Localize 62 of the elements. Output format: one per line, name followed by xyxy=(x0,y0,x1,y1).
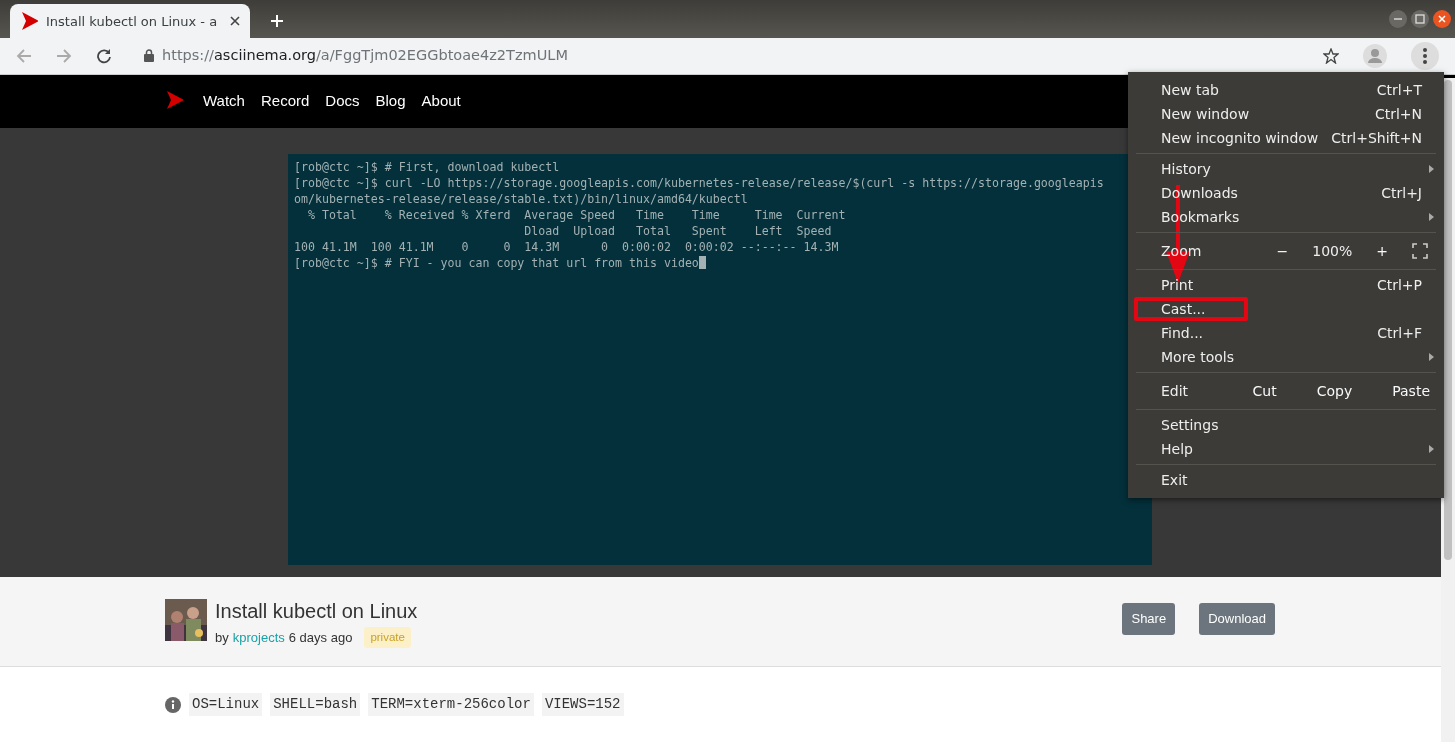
menu-button[interactable] xyxy=(1411,41,1439,70)
action-button[interactable]: Download xyxy=(1199,603,1275,635)
recording-title: Install kubectl on Linux xyxy=(215,599,419,624)
terminal-line: Dload Upload Total Spent Left Speed xyxy=(523,223,833,240)
bookmark-icon xyxy=(1323,47,1339,64)
nav-link[interactable]: About xyxy=(421,90,461,113)
zoom-out-button[interactable]: − xyxy=(1276,242,1289,260)
terminal-line: [rob@ctc ~]$ curl -LO https://storage.googleapis.com/kubernetes-release/release/$(curl -s https://storage.googleapis xyxy=(294,175,1105,192)
menu-item[interactable]: New window Ctrl+N xyxy=(1128,102,1444,126)
terminal-line: 100 41.1M 100 41.1M 0 0 14.3M 0 0:00:02 0:00:02 --:--:-- 14.3M xyxy=(294,239,840,256)
close-icon[interactable] xyxy=(1433,10,1451,29)
close-icon[interactable] xyxy=(230,16,240,27)
person-icon xyxy=(1363,43,1387,68)
menu-label: Edit xyxy=(1161,381,1190,401)
profile-button[interactable] xyxy=(1363,43,1387,68)
terminal-player[interactable] xyxy=(288,154,1152,566)
maximize-icon[interactable] xyxy=(1411,10,1429,29)
lock-icon xyxy=(144,49,154,63)
menu-item[interactable]: Exit xyxy=(1128,468,1444,492)
edit-action-button[interactable]: Cut xyxy=(1252,382,1277,400)
edit-action-button[interactable]: Copy xyxy=(1316,382,1353,400)
menu-item[interactable]: Cast... xyxy=(1134,297,1248,321)
nav-link[interactable]: Docs xyxy=(325,90,360,113)
timestamp: 6 days ago xyxy=(288,628,353,647)
cursor xyxy=(698,256,706,270)
fullscreen-icon[interactable] xyxy=(1412,243,1428,259)
visibility-badge: private xyxy=(364,627,411,649)
bookmark-button[interactable] xyxy=(1323,47,1339,64)
byline-text: by xyxy=(215,628,229,647)
forward-icon xyxy=(56,47,72,64)
back-icon xyxy=(16,47,32,64)
minimize-icon[interactable] xyxy=(1389,10,1407,29)
favicon-icon xyxy=(20,11,38,32)
menu-icon xyxy=(1411,41,1439,70)
zoom-in-button[interactable]: + xyxy=(1376,242,1388,260)
nav-link[interactable]: Blog xyxy=(375,90,406,113)
url-field[interactable]: https://asciinema.org/a/FggTjm02EGGbtoae4z2TzmULM xyxy=(162,45,568,67)
menu-item[interactable]: Settings xyxy=(1128,413,1444,437)
menu-item[interactable]: Help xyxy=(1128,437,1444,461)
menu-item[interactable]: New tab Ctrl+T xyxy=(1128,78,1444,102)
browser-tab[interactable]: Install kubectl on Linux - a xyxy=(10,4,250,39)
terminal-line: om/kubernetes-release/release/stable.txt)/bin/linux/amd64/kubectl xyxy=(294,191,749,208)
metadata-tag: TERM=xterm-256color xyxy=(368,693,534,716)
zoom-level: 100% xyxy=(1312,241,1353,261)
metadata-tag: OS=Linux xyxy=(189,693,263,716)
info-icon xyxy=(165,696,181,713)
menu-item[interactable]: More tools xyxy=(1128,345,1444,369)
metadata-tag: VIEWS=152 xyxy=(541,693,624,716)
metadata-tag: SHELL=bash xyxy=(270,693,361,716)
nav-link[interactable]: Watch xyxy=(203,90,245,113)
action-button[interactable]: Share xyxy=(1122,603,1176,635)
reload-icon xyxy=(96,47,112,64)
plus-icon xyxy=(270,13,284,28)
edit-action-button[interactable]: Paste xyxy=(1392,382,1430,400)
menu-item[interactable]: New incognito window Ctrl+Shift+N xyxy=(1128,126,1444,150)
nav-link[interactable]: Record xyxy=(260,90,310,113)
reload-button[interactable] xyxy=(96,47,112,64)
menu-item[interactable]: Print Ctrl+P xyxy=(1128,273,1444,297)
terminal-line: [rob@ctc ~]$ # First, download kubectl xyxy=(294,159,561,176)
menu-item[interactable]: History xyxy=(1128,157,1444,181)
menu-item[interactable]: Find... Ctrl+F xyxy=(1128,321,1444,345)
terminal-line: % Total % Received % Xferd Average Speed Time Time Time Current xyxy=(306,207,847,224)
